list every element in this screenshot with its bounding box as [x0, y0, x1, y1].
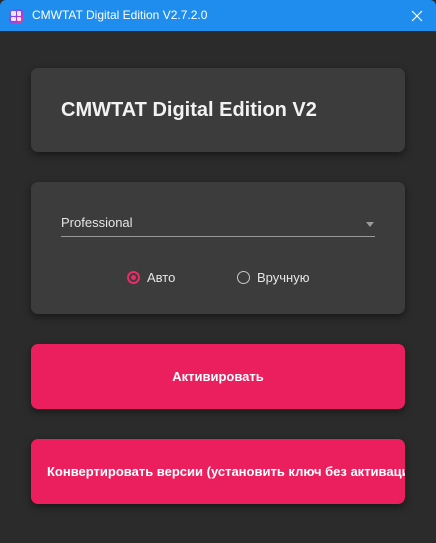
convert-edition-button[interactable]: Конвертировать версии (установить ключ б… — [31, 439, 405, 504]
title-bar[interactable]: CMWTAT Digital Edition V2.7.2.0 — [0, 0, 436, 31]
app-window: CMWTAT Digital Edition V2.7.2.0 CMWTAT D… — [0, 0, 436, 543]
close-button[interactable] — [404, 3, 430, 28]
header-card: CMWTAT Digital Edition V2 — [31, 68, 405, 152]
close-icon — [411, 10, 423, 21]
app-heading: CMWTAT Digital Edition V2 — [61, 99, 317, 121]
radio-manual-indicator[interactable] — [237, 270, 250, 284]
radio-auto[interactable]: Авто — [127, 268, 175, 286]
radio-manual-label: Вручную — [257, 269, 310, 285]
mode-radio-group: Авто Вручную — [31, 268, 405, 286]
radio-manual[interactable]: Вручную — [237, 268, 309, 286]
edition-select-value: Professional — [61, 215, 133, 230]
window-title: CMWTAT Digital Edition V2.7.2.0 — [32, 8, 208, 22]
edition-select[interactable]: Professional — [61, 212, 375, 237]
radio-auto-indicator[interactable] — [127, 270, 140, 284]
options-card: Professional Авто Вручную — [31, 182, 405, 314]
radio-auto-label: Авто — [147, 269, 176, 285]
chevron-down-icon — [366, 222, 374, 227]
windows-logo-icon — [9, 9, 23, 23]
activate-button[interactable]: Активировать — [31, 344, 405, 409]
